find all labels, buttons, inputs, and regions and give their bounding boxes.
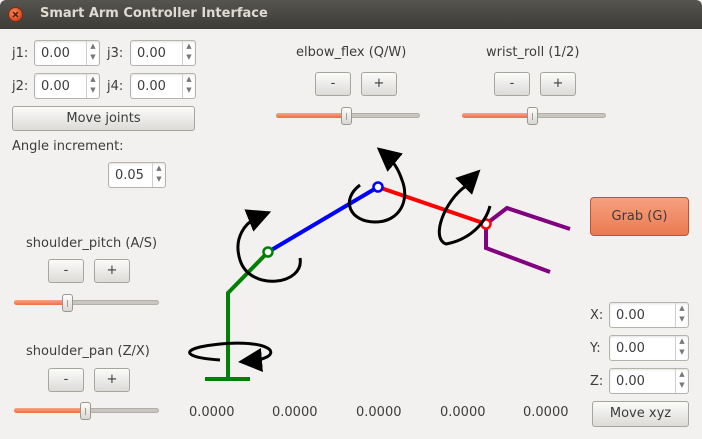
forearm-link (377, 185, 487, 226)
shoulder-pan-rotation-arrow-icon (188, 341, 273, 372)
shoulder-joint (262, 246, 274, 258)
gripper (484, 205, 571, 274)
arm-visualization (188, 147, 571, 381)
elbow-joint (372, 181, 384, 193)
app-window: Smart Arm Controller Interface j1: 0.00 … (0, 0, 702, 439)
